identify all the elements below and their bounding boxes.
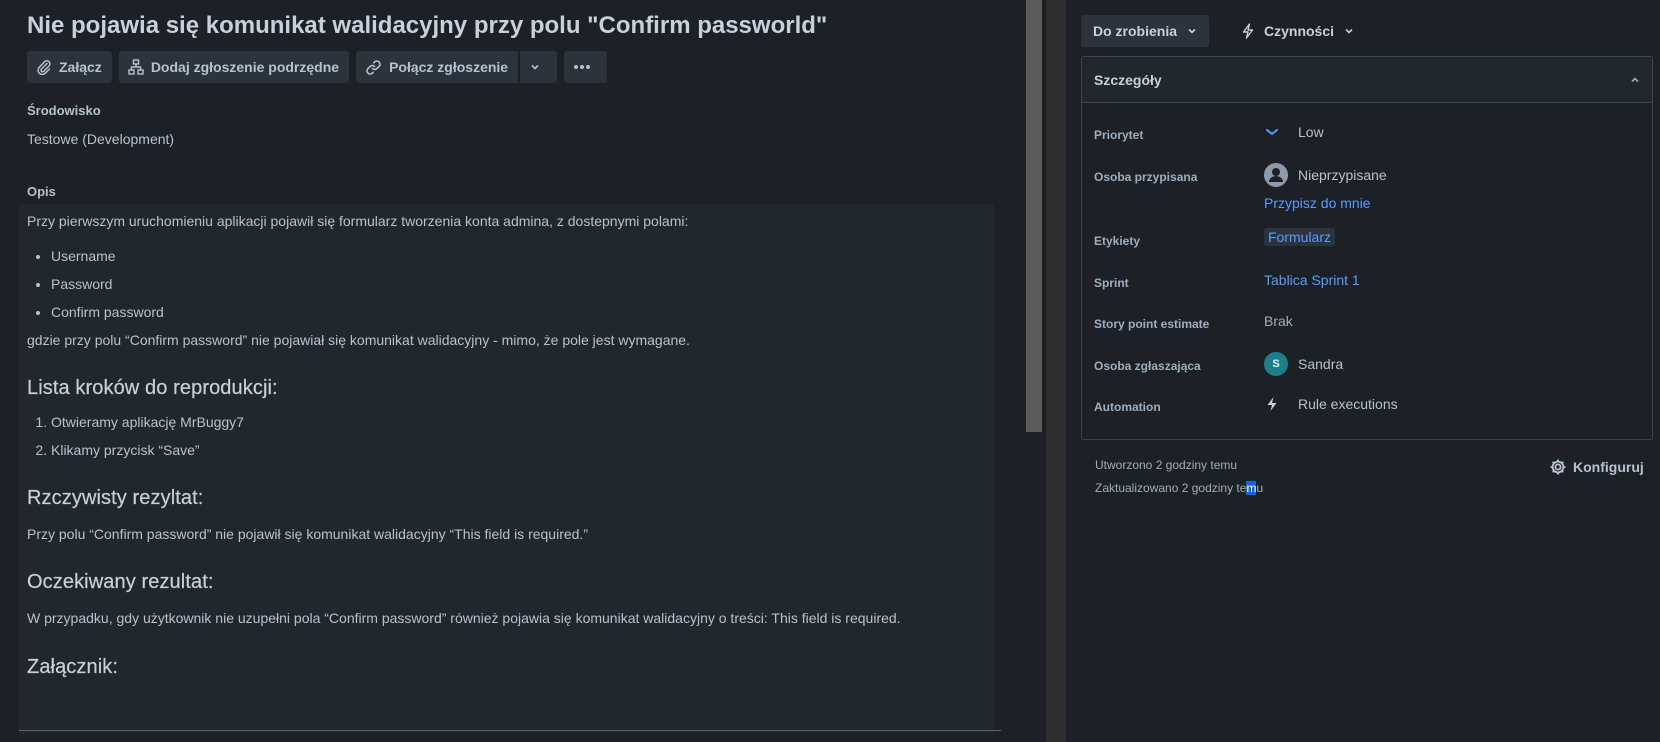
issue-toolbar: Załącz Dodaj zgłoszenie podrzędne Połącz… — [27, 51, 614, 83]
link-issue-button[interactable]: Połącz zgłoszenie — [356, 51, 519, 83]
description-label: Opis — [27, 184, 56, 199]
assign-to-me-link[interactable]: Przypisz do mnie — [1264, 195, 1371, 211]
sprint-label: Sprint — [1094, 276, 1129, 290]
expected-result-text: W przypadku, gdy użytkownik nie uzupełni… — [27, 610, 901, 626]
issue-sidebar: Do zrobienia Czynności Szczegóły Prioryt… — [1066, 0, 1660, 742]
list-item: Password — [51, 274, 994, 294]
list-item: Klikamy przycisk “Save” — [51, 440, 994, 460]
updated-text: Zaktualizowano 2 godziny te — [1095, 481, 1247, 495]
description-intro: Przy pierwszym uruchomieniu aplikacji po… — [27, 213, 689, 229]
panel-resize-handle[interactable] — [1046, 0, 1066, 742]
gear-icon — [1550, 459, 1566, 475]
assignee-value: Nieprzypisane — [1298, 167, 1387, 183]
sprint-link[interactable]: Tablica Sprint 1 — [1264, 272, 1360, 288]
details-header[interactable]: Szczegóły — [1082, 57, 1652, 103]
expected-result-heading: Oczekiwany rezultat: — [27, 571, 214, 593]
list-item: Username — [51, 246, 994, 266]
lightning-icon — [1267, 397, 1277, 411]
more-actions-button[interactable] — [564, 51, 608, 83]
more-horizontal-icon — [574, 65, 591, 69]
reporter-value: Sandra — [1298, 356, 1344, 372]
configure-button[interactable]: Konfiguruj — [1549, 458, 1644, 476]
assignee-label: Osoba przypisana — [1094, 170, 1198, 184]
status-label: Do zrobienia — [1093, 23, 1178, 39]
environment-value[interactable]: Testowe (Development) — [27, 131, 174, 147]
label-tag[interactable]: Formularz — [1264, 228, 1336, 246]
reporter-field[interactable]: S Sandra — [1264, 352, 1343, 376]
lightning-icon — [1242, 23, 1254, 39]
attach-label: Załącz — [59, 59, 102, 75]
list-item: Otwieramy aplikację MrBuggy7 — [51, 412, 994, 432]
status-dropdown-button[interactable]: Do zrobienia — [1081, 15, 1210, 47]
automation-field[interactable]: Rule executions — [1264, 396, 1398, 412]
assignee-field[interactable]: Nieprzypisane — [1264, 163, 1387, 187]
details-panel: Szczegóły Priorytet Low Osoba przypisana… — [1081, 56, 1653, 440]
issue-main-panel: Nie pojawia się komunikat walidacyjny pr… — [0, 0, 1026, 742]
story-points-value[interactable]: Brak — [1264, 313, 1293, 329]
actual-result-heading: Rzczywisty rezyltat: — [27, 487, 204, 509]
hierarchy-icon — [128, 59, 144, 75]
issue-title[interactable]: Nie pojawia się komunikat walidacyjny pr… — [27, 12, 827, 40]
chevron-down-icon — [1188, 28, 1196, 34]
list-item: Confirm password — [51, 302, 994, 322]
priority-field[interactable]: Low — [1264, 124, 1324, 140]
steps-list: Otwieramy aplikację MrBuggy7 Klikamy prz… — [51, 412, 994, 460]
description-after-list: gdzie przy polu “Confirm password” nie p… — [27, 332, 690, 348]
add-child-label: Dodaj zgłoszenie podrzędne — [150, 59, 340, 75]
created-timestamp: Utworzono 2 godziny temu — [1095, 458, 1238, 472]
priority-low-icon — [1266, 129, 1278, 136]
description-body[interactable]: Przy pierwszym uruchomieniu aplikacji po… — [19, 204, 994, 734]
chevron-up-icon — [1631, 76, 1639, 82]
scrollbar-thumb[interactable] — [1026, 0, 1042, 432]
automation-value: Rule executions — [1298, 396, 1398, 412]
text-selection: m — [1246, 481, 1257, 495]
divider — [19, 730, 1001, 731]
fields-list: Username Password Confirm password — [51, 246, 994, 322]
labels-field[interactable]: Formularz — [1264, 228, 1336, 246]
steps-heading: Lista kroków do reprodukcji: — [27, 377, 278, 399]
link-icon — [366, 59, 381, 75]
reporter-label: Osoba zgłaszająca — [1094, 359, 1201, 373]
labels-label: Etykiety — [1094, 234, 1141, 248]
details-title: Szczegóły — [1094, 71, 1162, 88]
user-avatar-icon — [1264, 163, 1288, 187]
actions-label: Czynności — [1264, 23, 1335, 39]
paperclip-icon — [37, 60, 51, 75]
link-issue-dropdown-button[interactable] — [518, 51, 558, 83]
add-child-issue-button[interactable]: Dodaj zgłoszenie podrzędne — [118, 51, 350, 83]
actual-result-text: Przy polu “Confirm password” nie pojawił… — [27, 526, 588, 542]
configure-label: Konfiguruj — [1573, 459, 1644, 475]
chevron-down-icon — [1345, 28, 1353, 34]
actions-dropdown-button[interactable]: Czynności — [1234, 15, 1360, 47]
story-points-label: Story point estimate — [1094, 317, 1210, 331]
updated-timestamp: Zaktualizowano 2 godziny temu — [1095, 481, 1263, 495]
link-issue-label: Połącz zgłoszenie — [389, 59, 509, 75]
priority-label: Priorytet — [1094, 128, 1144, 142]
environment-label: Środowisko — [27, 103, 101, 118]
updated-text-end: u — [1256, 481, 1264, 495]
attach-button[interactable]: Załącz — [27, 51, 112, 83]
priority-value: Low — [1298, 124, 1324, 140]
automation-label: Automation — [1094, 400, 1161, 414]
attachment-heading: Załącznik: — [27, 656, 119, 678]
avatar: S — [1264, 352, 1288, 376]
chevron-down-icon — [531, 64, 539, 70]
